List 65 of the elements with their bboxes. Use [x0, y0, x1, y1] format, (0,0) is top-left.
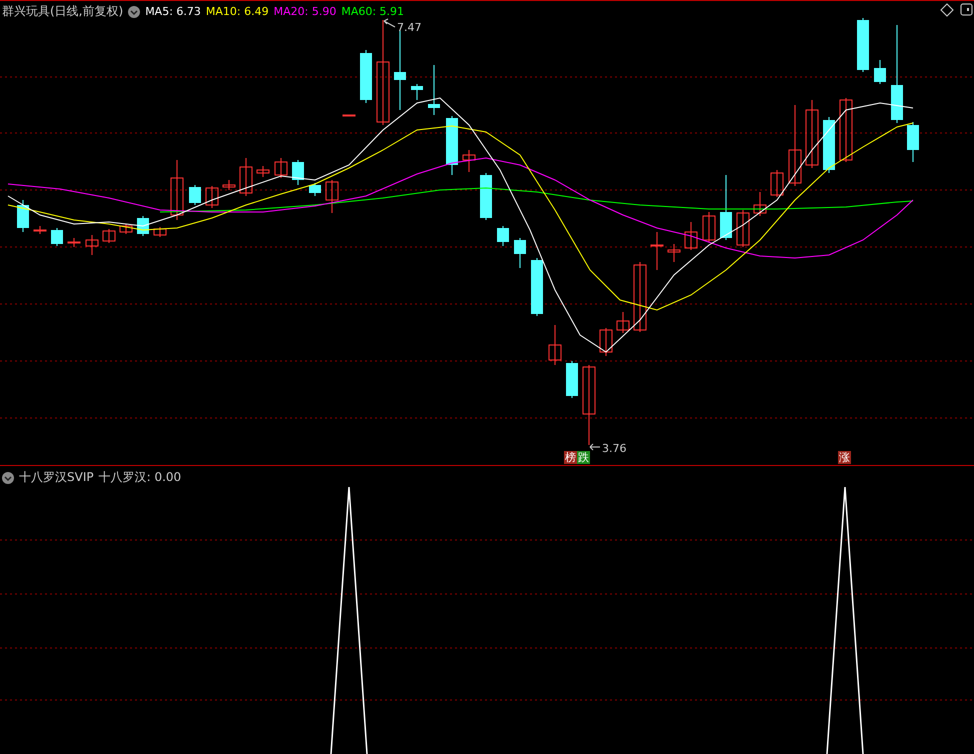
rising-candlestick [634, 262, 646, 332]
falling-candlestick [874, 60, 886, 84]
rising-candlestick [684, 222, 698, 250]
low-price-label: 3.76 [602, 442, 626, 455]
rising-candlestick [240, 158, 252, 196]
moving-average-reading: MA5: 6.73 [145, 5, 201, 18]
falling-candlestick [497, 226, 509, 246]
signal-tag: 榜 [564, 451, 577, 464]
falling-candlestick [480, 172, 492, 220]
falling-candlestick [360, 50, 372, 104]
rising-candlestick [600, 328, 612, 356]
rising-candlestick [222, 180, 236, 190]
moving-average-reading: MA60: 5.91 [341, 5, 404, 18]
rising-candlestick [326, 180, 338, 214]
signal-tag: 涨 [838, 451, 851, 464]
falling-candlestick [309, 182, 321, 196]
signal-tag: 跌 [577, 451, 590, 464]
window-icon[interactable] [960, 4, 972, 16]
diamond-icon[interactable] [940, 3, 954, 17]
moving-average-reading: MA10: 6.49 [206, 5, 269, 18]
rising-candlestick [256, 166, 270, 178]
rising-candlestick [840, 98, 852, 162]
falling-candlestick [17, 200, 29, 232]
pointer-arrow-icon [384, 18, 396, 28]
falling-candlestick [411, 84, 423, 100]
indicator-title: 十八罗汉SVIP [19, 469, 94, 486]
falling-candlestick [566, 360, 578, 398]
chevron-down-icon[interactable] [2, 472, 14, 484]
falling-candlestick [720, 174, 732, 240]
moving-average-reading: MA20: 5.90 [274, 5, 336, 18]
falling-candlestick [907, 122, 919, 162]
high-price-label: 7.47 [397, 21, 422, 34]
chart-title: 群兴玩具(日线,前复权) [2, 3, 124, 20]
rising-candlestick [34, 226, 46, 234]
rising-candlestick [170, 160, 184, 220]
falling-candlestick [189, 184, 201, 206]
rising-candlestick [342, 114, 356, 116]
falling-candlestick [292, 160, 304, 186]
rising-candlestick [120, 224, 132, 234]
rising-candlestick [770, 170, 784, 198]
rising-candlestick [702, 212, 716, 242]
falling-candlestick [823, 116, 835, 174]
rising-candlestick [206, 186, 218, 208]
chevron-down-icon[interactable] [128, 6, 140, 18]
rising-candlestick [154, 226, 166, 238]
falling-candlestick [428, 64, 440, 116]
rising-candlestick [462, 150, 476, 172]
rising-candlestick [274, 158, 288, 178]
falling-candlestick [857, 18, 869, 72]
falling-candlestick [514, 238, 526, 268]
falling-candlestick [51, 228, 63, 246]
pointer-arrow-icon [590, 444, 600, 450]
rising-candlestick [616, 312, 630, 334]
rising-candlestick [650, 232, 664, 270]
rising-candlestick [736, 210, 750, 248]
indicator-reading: 十八罗汉: 0.00 [98, 469, 182, 486]
falling-candlestick [531, 258, 543, 316]
rising-candlestick [806, 100, 818, 168]
rising-candlestick [548, 324, 562, 366]
rising-candlestick [86, 234, 98, 256]
rising-candlestick [68, 238, 80, 248]
falling-candlestick [446, 116, 458, 176]
rising-candlestick [102, 228, 116, 244]
rising-candlestick [668, 244, 680, 262]
rising-candlestick [754, 192, 766, 216]
